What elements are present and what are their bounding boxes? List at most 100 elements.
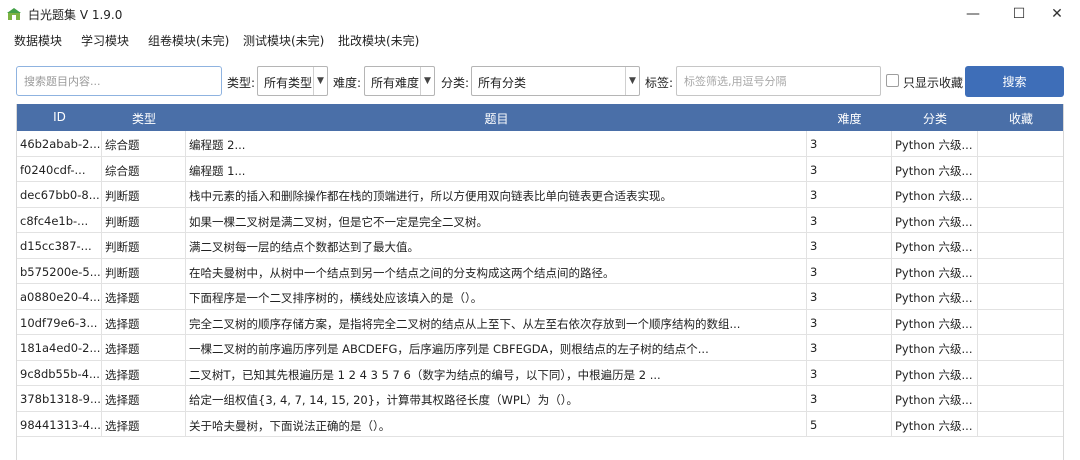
menu-compose[interactable]: 组卷模块(未完) bbox=[148, 32, 229, 49]
cell-difficulty: 3 bbox=[807, 386, 892, 412]
tags-input[interactable] bbox=[676, 66, 881, 96]
cell-question: 如果一棵二叉树是满二叉树，但是它不一定是完全二叉树。 bbox=[186, 207, 807, 233]
table-row[interactable]: d15cc387-... 判断题 满二叉树每一层的结点个数都达到了最大值。 3 Pyth… bbox=[17, 233, 1063, 259]
table-row[interactable]: a0880e20-4... 选择题 下面程序是一个二叉排序树的，横线处应该填入的是（… bbox=[17, 284, 1063, 310]
menu-bar: 数据模块 学习模块 组卷模块(未完) 测试模块(未完) 批改模块(未完) bbox=[0, 28, 1080, 52]
table-header: ID 类型 题目 难度 分类 收藏 bbox=[17, 104, 1063, 131]
cell-favorite bbox=[978, 131, 1063, 157]
cell-id: a0880e20-4... bbox=[17, 284, 102, 310]
header-difficulty[interactable]: 难度 bbox=[807, 110, 892, 127]
cell-id: 46b2abab-2... bbox=[17, 131, 102, 157]
cell-question: 满二叉树每一层的结点个数都达到了最大值。 bbox=[186, 233, 807, 259]
table-row[interactable]: 10df79e6-3... 选择题 完全二叉树的顺序存储方案，是指将完全二叉树的结点… bbox=[17, 309, 1063, 336]
table-row[interactable]: 378b1318-9... 选择题 给定一组权值{3, 4, 7, 14, 15, … bbox=[17, 386, 1063, 412]
cell-question: 编程题 1... bbox=[186, 156, 807, 182]
header-favorite[interactable]: 收藏 bbox=[978, 110, 1063, 127]
cell-question: 编程题 2... bbox=[186, 131, 807, 157]
close-button[interactable]: ✕ bbox=[1034, 0, 1080, 28]
cell-favorite bbox=[978, 361, 1063, 387]
favorites-only-label[interactable]: 只显示收藏 bbox=[903, 74, 963, 91]
cell-difficulty: 3 bbox=[807, 207, 892, 233]
cell-favorite bbox=[978, 182, 1063, 208]
cell-category: Python 六级... bbox=[892, 360, 978, 386]
cell-category: Python 六级... bbox=[892, 258, 978, 284]
cell-type: 选择题 bbox=[102, 386, 186, 412]
window-title: 白光题集 V 1.9.0 bbox=[28, 8, 123, 22]
type-select-value: 所有类型 bbox=[264, 76, 313, 90]
cell-id: 9c8db55b-4... bbox=[17, 360, 102, 386]
cell-category: Python 六级... bbox=[892, 335, 978, 361]
cell-type: 综合题 bbox=[102, 156, 186, 182]
cell-question: 给定一组权值{3, 4, 7, 14, 15, 20}，计算带其权路径长度（WP… bbox=[186, 386, 807, 412]
table-row[interactable]: 46b2abab-2... 综合题 编程题 2... 3 Python 六级... bbox=[17, 131, 1063, 157]
difficulty-label: 难度: bbox=[333, 76, 362, 90]
category-label: 分类: bbox=[441, 76, 470, 90]
cell-difficulty: 3 bbox=[807, 182, 892, 208]
filter-bar: 类型: 所有类型 ▼ 难度: 所有难度 ▼ 分类: 所有分类 ▼ 标签: 只显示… bbox=[0, 52, 1080, 102]
cell-category: Python 六级... bbox=[892, 411, 978, 437]
table-row[interactable]: 9c8db55b-4... 选择题 二叉树T，已知其先根遍历是 1 2 4 3 5 … bbox=[17, 360, 1063, 387]
type-label: 类型: bbox=[227, 76, 256, 90]
cell-id: dec67bb0-8... bbox=[17, 182, 102, 208]
table-row[interactable]: c8fc4e1b-... 判断题 如果一棵二叉树是满二叉树，但是它不一定是完全二叉树… bbox=[17, 207, 1063, 234]
table-row[interactable]: f0240cdf-... 综合题 编程题 1... 3 Python 六级... bbox=[17, 156, 1063, 183]
menu-study[interactable]: 学习模块 bbox=[81, 32, 129, 49]
chevron-down-icon: ▼ bbox=[420, 67, 434, 95]
search-button[interactable]: 搜索 bbox=[965, 66, 1064, 97]
cell-difficulty: 3 bbox=[807, 360, 892, 386]
cell-type: 判断题 bbox=[102, 258, 186, 284]
cell-category: Python 六级... bbox=[892, 131, 978, 157]
header-type[interactable]: 类型 bbox=[102, 110, 186, 127]
cell-difficulty: 3 bbox=[807, 233, 892, 259]
category-select[interactable]: 所有分类 ▼ bbox=[471, 66, 640, 96]
menu-test[interactable]: 测试模块(未完) bbox=[243, 32, 324, 49]
cell-category: Python 六级... bbox=[892, 309, 978, 335]
cell-difficulty: 3 bbox=[807, 335, 892, 361]
cell-question: 二叉树T，已知其先根遍历是 1 2 4 3 5 7 6（数字为结点的编号，以下同… bbox=[186, 360, 807, 386]
cell-type: 判断题 bbox=[102, 207, 186, 233]
cell-favorite bbox=[978, 386, 1063, 412]
difficulty-select[interactable]: 所有难度 ▼ bbox=[364, 66, 435, 96]
header-question[interactable]: 题目 bbox=[186, 110, 807, 127]
cell-id: c8fc4e1b-... bbox=[17, 207, 102, 233]
cell-category: Python 六级... bbox=[892, 156, 978, 182]
cell-difficulty: 3 bbox=[807, 309, 892, 335]
cell-id: 98441313-4... bbox=[17, 411, 102, 437]
menu-data[interactable]: 数据模块 bbox=[14, 32, 62, 49]
header-id[interactable]: ID bbox=[17, 110, 102, 124]
cell-difficulty: 3 bbox=[807, 156, 892, 182]
table-row[interactable]: b575200e-5... 判断题 在哈夫曼树中，从树中一个结点到另一个结点之间的分… bbox=[17, 258, 1063, 285]
chevron-down-icon: ▼ bbox=[313, 67, 327, 95]
table-row[interactable]: 98441313-4... 选择题 关于哈夫曼树，下面说法正确的是（）。 5 Pytho… bbox=[17, 411, 1063, 437]
cell-category: Python 六级... bbox=[892, 233, 978, 259]
table-row[interactable]: 181a4ed0-2... 选择题 一棵二叉树的前序遍历序列是 ABCDEFG，后序… bbox=[17, 335, 1063, 361]
cell-id: d15cc387-... bbox=[17, 233, 102, 259]
category-select-value: 所有分类 bbox=[478, 76, 527, 90]
type-select[interactable]: 所有类型 ▼ bbox=[257, 66, 328, 96]
table-row[interactable]: dec67bb0-8... 判断题 栈中元素的插入和删除操作都在栈的顶端进行，所以方… bbox=[17, 182, 1063, 208]
search-input[interactable] bbox=[16, 66, 222, 96]
chevron-down-icon: ▼ bbox=[625, 67, 639, 95]
cell-question: 在哈夫曼树中，从树中一个结点到另一个结点之间的分支构成这两个结点间的路径。 bbox=[186, 258, 807, 284]
cell-id: b575200e-5... bbox=[17, 258, 102, 284]
minimize-button[interactable]: — bbox=[950, 0, 996, 28]
cell-difficulty: 3 bbox=[807, 131, 892, 157]
cell-favorite bbox=[978, 208, 1063, 234]
cell-favorite bbox=[978, 259, 1063, 285]
cell-type: 判断题 bbox=[102, 233, 186, 259]
cell-difficulty: 3 bbox=[807, 284, 892, 310]
cell-id: f0240cdf-... bbox=[17, 156, 102, 182]
menu-grading[interactable]: 批改模块(未完) bbox=[338, 32, 419, 49]
cell-favorite bbox=[978, 157, 1063, 183]
favorites-only-checkbox[interactable] bbox=[886, 74, 899, 87]
cell-category: Python 六级... bbox=[892, 182, 978, 208]
cell-category: Python 六级... bbox=[892, 386, 978, 412]
cell-category: Python 六级... bbox=[892, 284, 978, 310]
cell-favorite bbox=[978, 335, 1063, 361]
difficulty-select-value: 所有难度 bbox=[371, 76, 420, 90]
cell-id: 181a4ed0-2... bbox=[17, 335, 102, 361]
cell-favorite bbox=[978, 310, 1063, 336]
header-category[interactable]: 分类 bbox=[892, 110, 978, 127]
cell-category: Python 六级... bbox=[892, 207, 978, 233]
cell-difficulty: 3 bbox=[807, 258, 892, 284]
